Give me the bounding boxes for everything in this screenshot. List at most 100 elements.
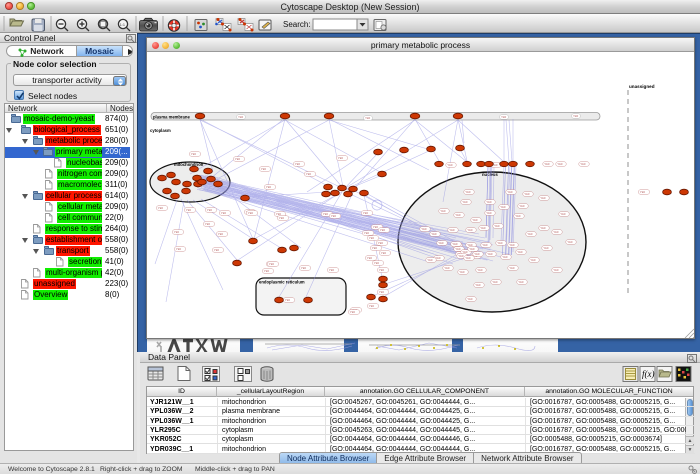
svg-text:Yk0: Yk0: [427, 258, 433, 262]
svg-text:Yk0: Yk0: [458, 254, 464, 258]
svg-text:Yk0: Yk0: [455, 247, 461, 251]
svg-text:unassigned: unassigned: [629, 84, 655, 89]
svg-text:Yk0: Yk0: [421, 227, 427, 231]
svg-text:endoplasmic reticulum: endoplasmic reticulum: [259, 280, 305, 285]
svg-text:Yk0: Yk0: [191, 152, 197, 156]
svg-text:Yk0: Yk0: [580, 162, 586, 166]
svg-text:Yk0: Yk0: [248, 211, 254, 215]
svg-text:Yk0: Yk0: [452, 242, 458, 246]
svg-text:Yk0: Yk0: [500, 205, 506, 209]
svg-text:Yk0: Yk0: [186, 208, 192, 212]
svg-text:nucleus: nucleus: [482, 172, 498, 177]
svg-text:Yk0: Yk0: [285, 298, 291, 302]
svg-text:Yk0: Yk0: [444, 266, 450, 270]
svg-text:Yk0: Yk0: [567, 240, 573, 244]
svg-text:Yk0: Yk0: [207, 208, 213, 212]
svg-text:Yk0: Yk0: [509, 243, 515, 247]
svg-text:Search:: Search:: [283, 20, 311, 29]
svg-text:Yk0: Yk0: [372, 246, 378, 250]
svg-text:Yk0: Yk0: [640, 190, 646, 194]
svg-text:Yk0: Yk0: [553, 230, 559, 234]
svg-text:Yk0: Yk0: [238, 115, 244, 119]
svg-text:Yk0: Yk0: [497, 241, 503, 245]
svg-text:Yk0: Yk0: [301, 266, 307, 270]
svg-text:Yk0: Yk0: [378, 241, 384, 245]
svg-text:Yk0: Yk0: [374, 261, 380, 265]
svg-text:Yk0: Yk0: [573, 114, 579, 118]
svg-text:Yk0: Yk0: [431, 232, 437, 236]
svg-text:Yk0: Yk0: [455, 213, 461, 217]
svg-text:Yk0: Yk0: [449, 228, 455, 232]
svg-text:Yk0: Yk0: [486, 200, 492, 204]
svg-text:Yk0: Yk0: [323, 212, 329, 216]
svg-text:Yk0: Yk0: [221, 211, 227, 215]
svg-text:Yk0: Yk0: [205, 222, 211, 226]
svg-text:Yk0: Yk0: [502, 255, 508, 259]
svg-text:Yk0: Yk0: [158, 206, 164, 210]
svg-text:Yk0: Yk0: [517, 250, 523, 254]
svg-text:Yk0: Yk0: [524, 192, 530, 196]
svg-text:Yk0: Yk0: [543, 246, 549, 250]
svg-text:Yk0: Yk0: [381, 251, 387, 255]
svg-text:Yk0: Yk0: [440, 209, 446, 213]
svg-text:Yk0: Yk0: [519, 204, 525, 208]
svg-text:Yk0: Yk0: [540, 226, 546, 230]
svg-text:mitochondrion: mitochondrion: [174, 162, 204, 167]
svg-text:Yk0: Yk0: [174, 230, 180, 234]
svg-text:Yk0: Yk0: [494, 224, 500, 228]
svg-text:Yk0: Yk0: [465, 256, 471, 260]
svg-text:Yk0: Yk0: [447, 163, 453, 167]
svg-text:Yk0: Yk0: [469, 247, 475, 251]
svg-text:Yk0: Yk0: [363, 211, 369, 215]
svg-text:Yk0: Yk0: [367, 256, 373, 260]
svg-text:Yk0: Yk0: [350, 310, 356, 314]
svg-text:Yk0: Yk0: [462, 200, 468, 204]
svg-text:Yk0: Yk0: [557, 162, 563, 166]
svg-text:1:1: 1:1: [120, 23, 125, 27]
svg-text:Yk0: Yk0: [306, 172, 312, 176]
svg-text:Yk0: Yk0: [338, 156, 344, 160]
svg-text:Yk0: Yk0: [379, 290, 385, 294]
svg-text:Yk0: Yk0: [176, 247, 182, 251]
svg-text:Yk0: Yk0: [482, 243, 488, 247]
svg-text:Yk0: Yk0: [474, 252, 480, 256]
svg-text:Yk0: Yk0: [530, 258, 536, 262]
svg-text:Yk0: Yk0: [365, 116, 371, 120]
svg-text:Yk0: Yk0: [480, 226, 486, 230]
svg-text:Yk0: Yk0: [279, 216, 285, 220]
svg-text:Yk0: Yk0: [373, 225, 379, 229]
svg-text:Yk0: Yk0: [501, 115, 507, 119]
svg-text:Yk0: Yk0: [475, 283, 481, 287]
svg-text:Yk0: Yk0: [477, 268, 483, 272]
svg-text:Yk0: Yk0: [560, 212, 566, 216]
svg-text:Yk0: Yk0: [218, 232, 224, 236]
svg-text:Yk0: Yk0: [492, 280, 498, 284]
svg-text:Yk0: Yk0: [544, 162, 550, 166]
svg-text:Yk0: Yk0: [509, 266, 515, 270]
svg-text:Yk0: Yk0: [553, 268, 559, 272]
svg-text:Yk0: Yk0: [380, 228, 386, 232]
svg-text:Yk0: Yk0: [369, 236, 375, 240]
svg-text:Yk0: Yk0: [329, 268, 335, 272]
svg-text:f(x): f(x): [642, 369, 655, 379]
svg-text:Yk0: Yk0: [261, 167, 267, 171]
svg-text:Yk0: Yk0: [269, 262, 275, 266]
svg-text:cytoplasm: cytoplasm: [150, 128, 171, 133]
svg-text:Yk0: Yk0: [486, 211, 492, 215]
svg-text:Yk0: Yk0: [518, 280, 524, 284]
svg-text:Yk0: Yk0: [459, 270, 465, 274]
svg-text:Yk0: Yk0: [438, 241, 444, 245]
svg-text:Yk0: Yk0: [467, 228, 473, 232]
svg-text:Yk0: Yk0: [507, 190, 513, 194]
svg-text:Yk0: Yk0: [472, 218, 478, 222]
svg-text:Yk0: Yk0: [379, 268, 385, 272]
svg-text:Yk0: Yk0: [295, 162, 301, 166]
svg-text:Yk0: Yk0: [540, 196, 546, 200]
svg-text:plasma membrane: plasma membrane: [153, 115, 190, 120]
svg-text:Yk0: Yk0: [364, 231, 370, 235]
svg-text:Yk0: Yk0: [264, 269, 270, 273]
svg-text:Yk0: Yk0: [515, 214, 521, 218]
svg-text:Yk0: Yk0: [331, 214, 337, 218]
svg-text:Yk0: Yk0: [235, 157, 241, 161]
svg-text:Yk0: Yk0: [487, 252, 493, 256]
